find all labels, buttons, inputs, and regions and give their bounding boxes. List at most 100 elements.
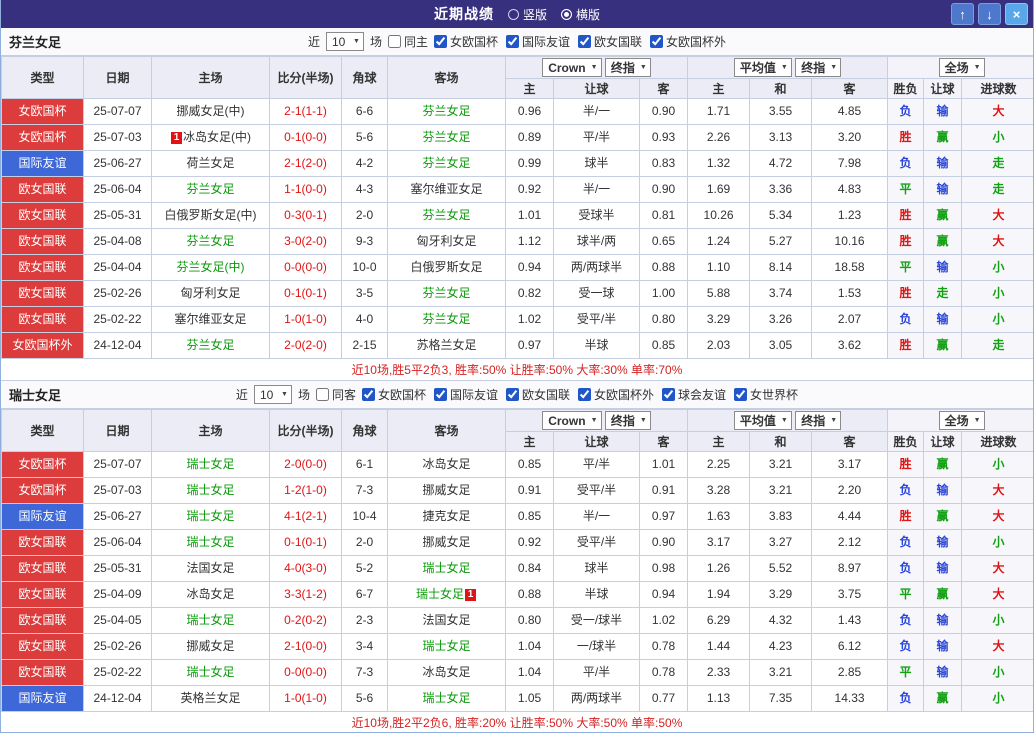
- match-score[interactable]: 0-3(0-1): [269, 202, 342, 229]
- match-score[interactable]: 0-0(0-0): [269, 659, 342, 686]
- league-checkbox[interactable]: [506, 35, 519, 48]
- league-filter[interactable]: 欧女国联: [578, 33, 642, 50]
- team-name[interactable]: 芬兰女足: [422, 312, 470, 326]
- team-name[interactable]: 芬兰女足: [422, 286, 470, 300]
- league-checkbox[interactable]: [578, 388, 592, 401]
- team-name[interactable]: 芬兰女足: [422, 208, 470, 222]
- team-name[interactable]: 荷兰女足: [186, 156, 234, 170]
- match-score[interactable]: 1-1(0-0): [269, 176, 342, 203]
- euro-period-select[interactable]: 终指 ▼: [795, 411, 842, 430]
- team-name[interactable]: 瑞士女足: [422, 639, 470, 653]
- result-scope-select[interactable]: 全场 ▼: [938, 58, 985, 77]
- team-name[interactable]: 塞尔维亚女足: [410, 182, 482, 196]
- league-filter[interactable]: 女欧国杯: [433, 33, 498, 50]
- match-score[interactable]: 2-0(0-0): [269, 451, 342, 478]
- team-name[interactable]: 瑞士女足: [422, 561, 470, 575]
- league-checkbox[interactable]: [361, 388, 375, 401]
- move-down-button[interactable]: ↓: [978, 3, 1001, 25]
- league-checkbox[interactable]: [734, 388, 748, 401]
- team-name[interactable]: 芬兰女足: [422, 104, 470, 118]
- team-name[interactable]: 挪威女足: [422, 535, 470, 549]
- match-score[interactable]: 1-2(1-0): [269, 477, 342, 504]
- radio-icon[interactable]: [561, 8, 572, 20]
- match-score[interactable]: 2-0(2-0): [269, 332, 342, 359]
- match-score[interactable]: 4-0(3-0): [269, 555, 342, 582]
- league-checkbox[interactable]: [433, 35, 447, 48]
- match-score[interactable]: 0-1(0-1): [269, 280, 342, 307]
- team-name[interactable]: 瑞士女足: [186, 665, 234, 679]
- team-name[interactable]: 芬兰女足: [422, 156, 470, 170]
- league-filter[interactable]: 国际友谊: [433, 386, 498, 403]
- league-checkbox[interactable]: [506, 388, 519, 401]
- euro-source-select[interactable]: 平均值 ▼: [733, 58, 792, 77]
- move-up-button[interactable]: ↑: [951, 3, 974, 25]
- match-score[interactable]: 0-0(0-0): [269, 254, 342, 281]
- same-venue-filter[interactable]: 同客: [315, 386, 356, 403]
- team-name[interactable]: 匈牙利女足: [416, 234, 476, 248]
- team-name[interactable]: 白俄罗斯女足(中): [165, 208, 257, 222]
- team-name[interactable]: 苏格兰女足: [416, 338, 476, 352]
- radio-icon[interactable]: [507, 8, 519, 20]
- league-checkbox[interactable]: [662, 388, 676, 401]
- asia-source-select[interactable]: Crown ▼: [542, 411, 602, 431]
- asia-period-select[interactable]: 终指 ▼: [604, 57, 651, 77]
- team-name[interactable]: 冰岛女足: [422, 665, 470, 679]
- match-score[interactable]: 1-0(1-0): [269, 685, 342, 712]
- match-score[interactable]: 0-1(0-1): [269, 529, 342, 556]
- asia-source-select[interactable]: Crown ▼: [542, 58, 602, 78]
- team-name[interactable]: 法国女足: [186, 561, 234, 575]
- team-name[interactable]: 塞尔维亚女足: [174, 312, 246, 326]
- same-venue-checkbox[interactable]: [387, 35, 401, 48]
- league-filter[interactable]: 国际友谊: [506, 33, 570, 50]
- match-score[interactable]: 3-0(2-0): [269, 228, 342, 255]
- match-score[interactable]: 2-1(2-0): [269, 150, 342, 177]
- team-name[interactable]: 芬兰女足: [186, 338, 234, 352]
- team-name[interactable]: 瑞士女足: [416, 587, 464, 601]
- close-icon[interactable]: ×: [1005, 3, 1028, 25]
- team-name[interactable]: 瑞士女足: [186, 535, 234, 549]
- layout-option-vertical[interactable]: 竖版: [507, 6, 547, 23]
- team-name[interactable]: 冰岛女足(中): [183, 130, 251, 144]
- league-checkbox[interactable]: [650, 35, 664, 48]
- league-filter[interactable]: 欧女国联: [506, 386, 570, 403]
- league-filter[interactable]: 女欧国杯: [361, 386, 426, 403]
- team-name[interactable]: 芬兰女足: [186, 234, 234, 248]
- same-venue-filter[interactable]: 同主: [387, 33, 428, 50]
- team-name[interactable]: 法国女足: [422, 613, 470, 627]
- result-scope-select[interactable]: 全场 ▼: [938, 411, 985, 430]
- team-name[interactable]: 瑞士女足: [186, 613, 234, 627]
- team-name[interactable]: 冰岛女足: [186, 587, 234, 601]
- team-name[interactable]: 挪威女足: [186, 639, 234, 653]
- team-name[interactable]: 瑞士女足: [186, 457, 234, 471]
- league-filter[interactable]: 女欧国杯外: [578, 386, 654, 403]
- match-score[interactable]: 0-2(0-2): [269, 607, 342, 634]
- team-name[interactable]: 英格兰女足: [180, 691, 240, 705]
- team-name[interactable]: 芬兰女足: [186, 182, 234, 196]
- layout-option-horizontal[interactable]: 横版: [561, 6, 600, 23]
- match-count-select[interactable]: 10 ▼: [325, 32, 364, 51]
- team-name[interactable]: 芬兰女足: [422, 130, 470, 144]
- league-checkbox[interactable]: [578, 35, 592, 48]
- euro-period-select[interactable]: 终指 ▼: [795, 58, 842, 77]
- asia-period-select[interactable]: 终指 ▼: [604, 410, 651, 430]
- league-filter[interactable]: 女世界杯: [734, 386, 798, 403]
- league-filter[interactable]: 球会友谊: [662, 386, 726, 403]
- team-name[interactable]: 捷克女足: [422, 509, 470, 523]
- team-name[interactable]: 瑞士女足: [422, 691, 470, 705]
- euro-source-select[interactable]: 平均值 ▼: [733, 411, 792, 430]
- match-score[interactable]: 3-3(1-2): [269, 581, 342, 608]
- match-score[interactable]: 0-1(0-0): [269, 124, 342, 151]
- same-venue-checkbox[interactable]: [315, 388, 329, 401]
- league-checkbox[interactable]: [433, 388, 447, 401]
- match-score[interactable]: 2-1(0-0): [269, 633, 342, 660]
- team-name[interactable]: 芬兰女足(中): [177, 260, 245, 274]
- team-name[interactable]: 匈牙利女足: [180, 286, 240, 300]
- team-name[interactable]: 挪威女足(中): [177, 104, 245, 118]
- team-name[interactable]: 瑞士女足: [186, 483, 234, 497]
- match-score[interactable]: 4-1(2-1): [269, 503, 342, 530]
- match-count-select[interactable]: 10 ▼: [253, 385, 292, 404]
- team-name[interactable]: 挪威女足: [422, 483, 470, 497]
- league-filter[interactable]: 女欧国杯外: [650, 33, 726, 50]
- team-name[interactable]: 白俄罗斯女足: [410, 260, 482, 274]
- team-name[interactable]: 瑞士女足: [186, 509, 234, 523]
